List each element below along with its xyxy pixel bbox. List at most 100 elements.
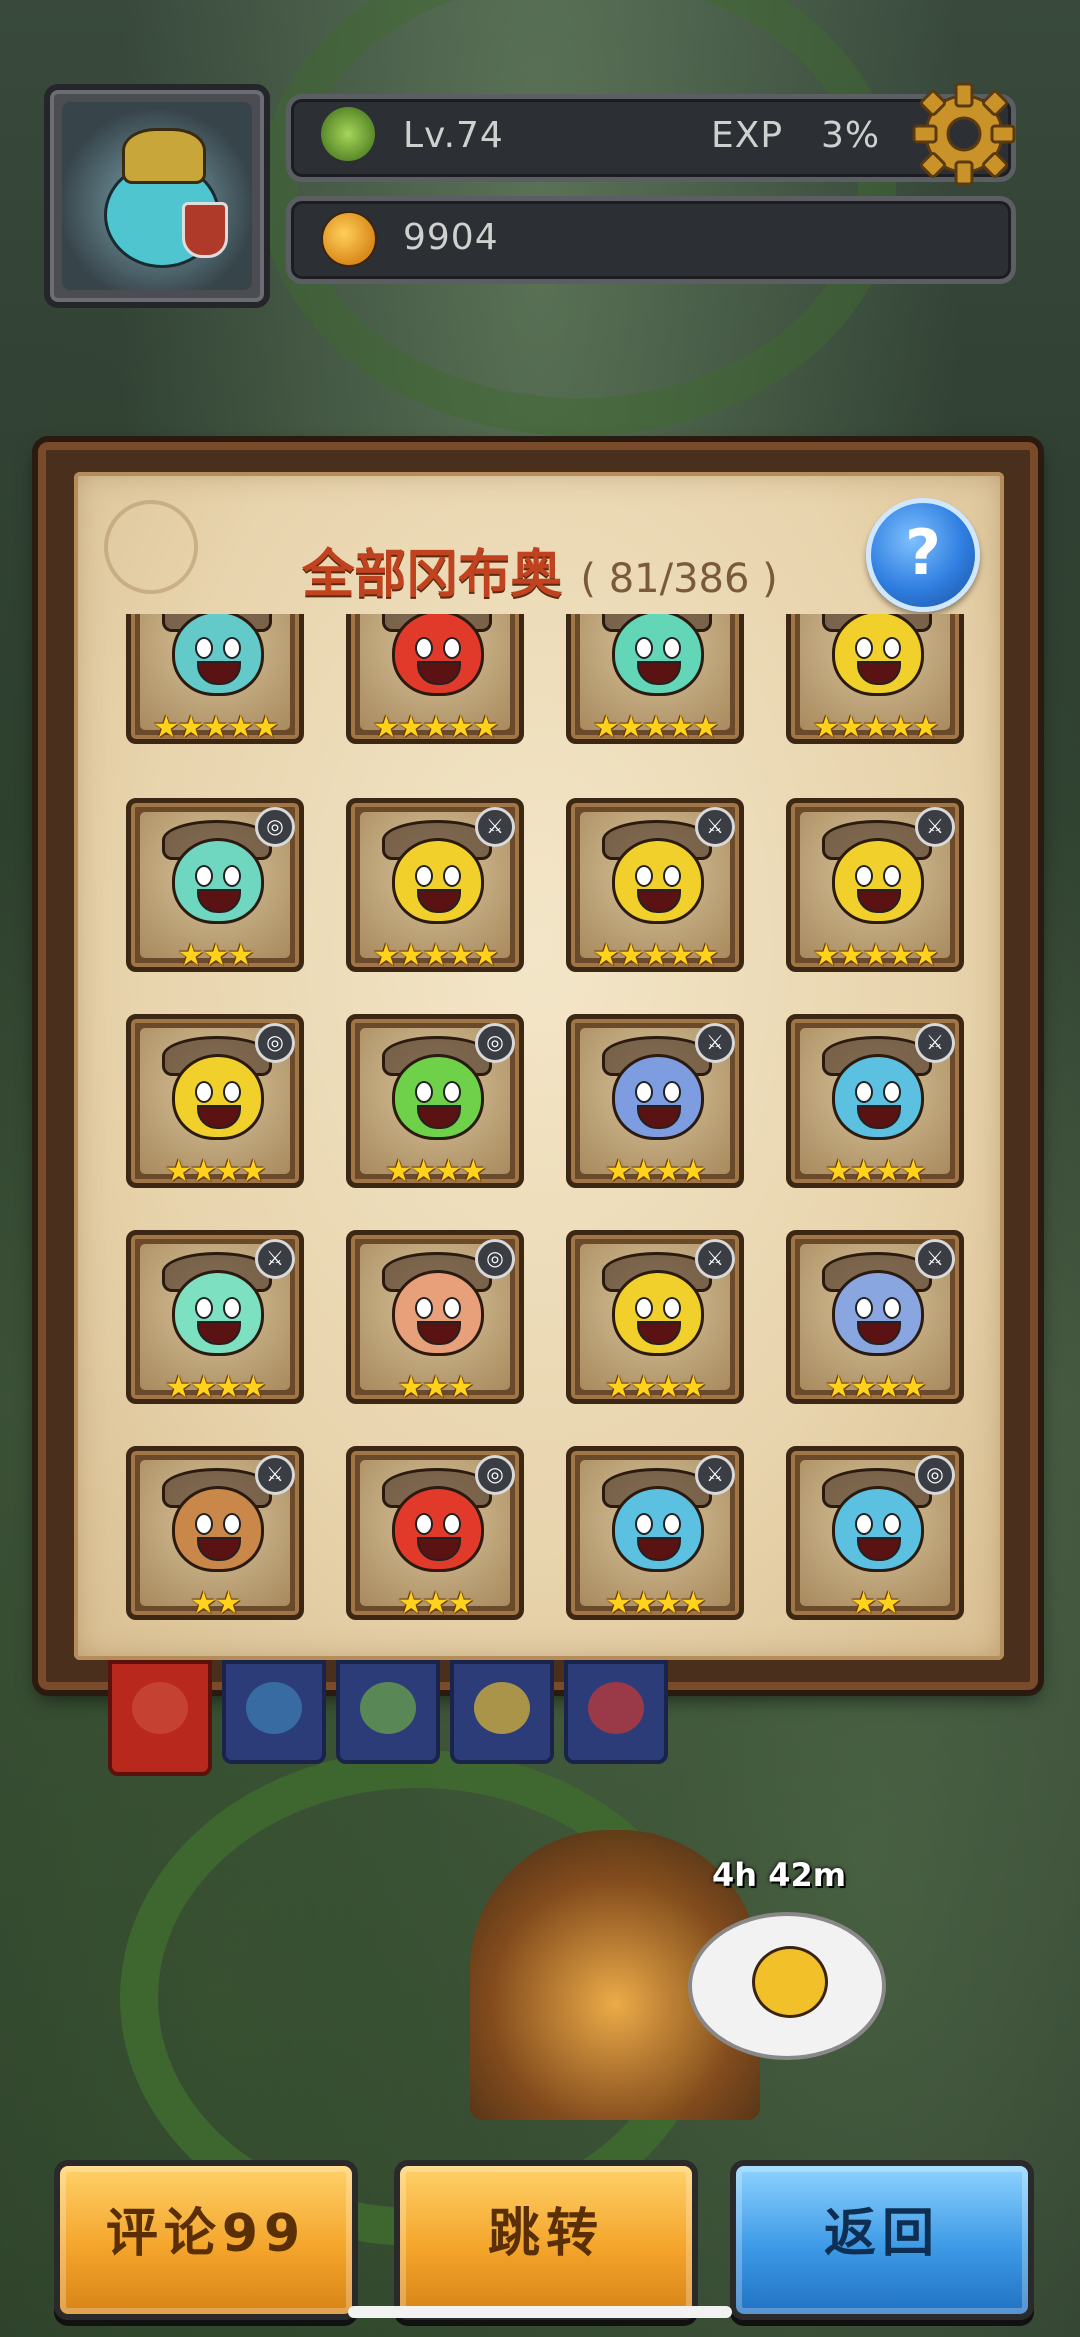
swirl-type-icon: ◎ [255,1023,295,1063]
swirl-type-icon: ◎ [475,1455,515,1495]
player-avatar[interactable] [44,84,270,308]
eye [635,1081,653,1103]
eye [855,1081,873,1103]
eye [443,865,461,887]
help-button[interactable]: ? [866,498,980,612]
exp-label: EXP [711,115,784,156]
gumball-body [172,1486,264,1572]
star-rating: ★★★ [177,938,255,973]
gumball-card[interactable]: ★★ ⚔ [126,1446,304,1621]
star-rating: ★★★★★ [812,710,939,745]
gumball-body [172,1270,264,1356]
eye [195,637,213,659]
eye [883,1081,901,1103]
gumball-body [832,1270,924,1356]
comment-button[interactable]: 评论99 [54,2160,358,2320]
eye [855,1513,873,1535]
eye [415,865,433,887]
gumball-card[interactable]: ★★★★★ ⚔ [346,798,524,973]
gumball-card[interactable]: ★★★★ ⚔ [566,1014,744,1189]
gumball-card[interactable]: ★★★★★ ⚔ [786,798,964,973]
gumball-card[interactable]: ★★★ ◎ [346,1446,524,1621]
sword-type-icon: ⚔ [695,1023,735,1063]
sword-type-icon: ⚔ [695,1239,735,1279]
gumball-card[interactable]: ★★★★ ⚔ [786,1014,964,1189]
tab-all[interactable] [108,1660,212,1776]
star-rating: ★★★ [397,1586,475,1621]
mouth [197,889,241,913]
swirl-type-icon: ◎ [915,1455,955,1495]
gumball-body [612,838,704,924]
mouth [197,1537,241,1561]
tab-yellow[interactable] [450,1660,554,1764]
gumball-body [832,614,924,696]
mouth [857,661,901,685]
star-rating: ★★★★ [605,1586,707,1621]
mouth [197,1321,241,1345]
gumball-card[interactable]: ★★★ ◎ [126,798,304,973]
gumball-card[interactable]: ★★★★ ⚔ [566,1446,744,1621]
currency-bar: 9904 [286,196,1016,284]
gumball-card[interactable]: ★★★★★ [346,614,524,745]
star-rating: ★★★★★ [812,938,939,973]
sword-type-icon: ⚔ [255,1455,295,1495]
tab-blue[interactable] [222,1660,326,1764]
settings-gear-icon[interactable] [910,80,1018,188]
gumball-body [392,1054,484,1140]
gumball-card[interactable]: ★★★★ ⚔ [566,1230,744,1405]
gumball-body [832,838,924,924]
star-rating: ★★★★ [825,1154,927,1189]
jump-button[interactable]: 跳转 [394,2160,698,2320]
eye [883,1297,901,1319]
eye [415,1081,433,1103]
sword-type-icon: ⚔ [695,1455,735,1495]
mouth [857,1537,901,1561]
gumball-card[interactable]: ★★★★★ [566,614,744,745]
star-rating: ★★★ [397,1370,475,1405]
sword-type-icon: ⚔ [695,807,735,847]
category-tabs [108,1660,688,1776]
gumball-card[interactable]: ★★★★ ◎ [346,1014,524,1189]
gumball-card[interactable]: ★★★★★ [126,614,304,745]
gumball-card[interactable]: ★★ ◎ [786,1446,964,1621]
avatar-portrait [62,102,252,290]
sword-type-icon: ⚔ [475,807,515,847]
gumball-card[interactable]: ★★★ ◎ [346,1230,524,1405]
gumball-body [392,1486,484,1572]
gumball-card[interactable]: ★★★★ ⚔ [126,1230,304,1405]
sword-type-icon: ⚔ [255,1239,295,1279]
gumball-card[interactable]: ★★★★ ⚔ [786,1230,964,1405]
eye [223,865,241,887]
tab-blue-icon [246,1682,302,1734]
tab-red-icon [588,1682,644,1734]
tab-green[interactable] [336,1660,440,1764]
swirl-type-icon: ◎ [475,1023,515,1063]
star-rating: ★★★★ [165,1154,267,1189]
back-button[interactable]: 返回 [730,2160,1034,2320]
mouth [857,889,901,913]
gumball-card[interactable]: ★★★★ ◎ [126,1014,304,1189]
timer-bubble[interactable] [688,1912,886,2060]
home-indicator[interactable] [348,2306,732,2318]
question-mark-icon: ? [905,516,941,589]
gumball-card[interactable]: ★★★★★ [786,614,964,745]
fruit-currency-icon [321,211,377,267]
level-text: Lv.74 [403,115,504,156]
star-rating: ★★★★★ [592,710,719,745]
mouth [637,1321,681,1345]
mouth [637,1105,681,1129]
eye [663,1081,681,1103]
currency-value: 9904 [403,217,499,258]
mouth [857,1105,901,1129]
mouth [417,1321,461,1345]
eye [663,1297,681,1319]
star-rating: ★★★★★ [372,938,499,973]
tab-green-icon [360,1682,416,1734]
gumball-grid: ★★★★★ ★★★★★ ★★★★★ ★★★★★ ★★★ ◎ ★★★★★ ⚔ ★★★★★ ⚔ ★★★★… [126,614,966,1624]
mouth [637,1537,681,1561]
gumball-card[interactable]: ★★★★★ ⚔ [566,798,744,973]
level-bar: Lv.74 EXP 3% [286,94,1016,182]
eye [663,637,681,659]
tab-red[interactable] [564,1660,668,1764]
eye [635,1297,653,1319]
